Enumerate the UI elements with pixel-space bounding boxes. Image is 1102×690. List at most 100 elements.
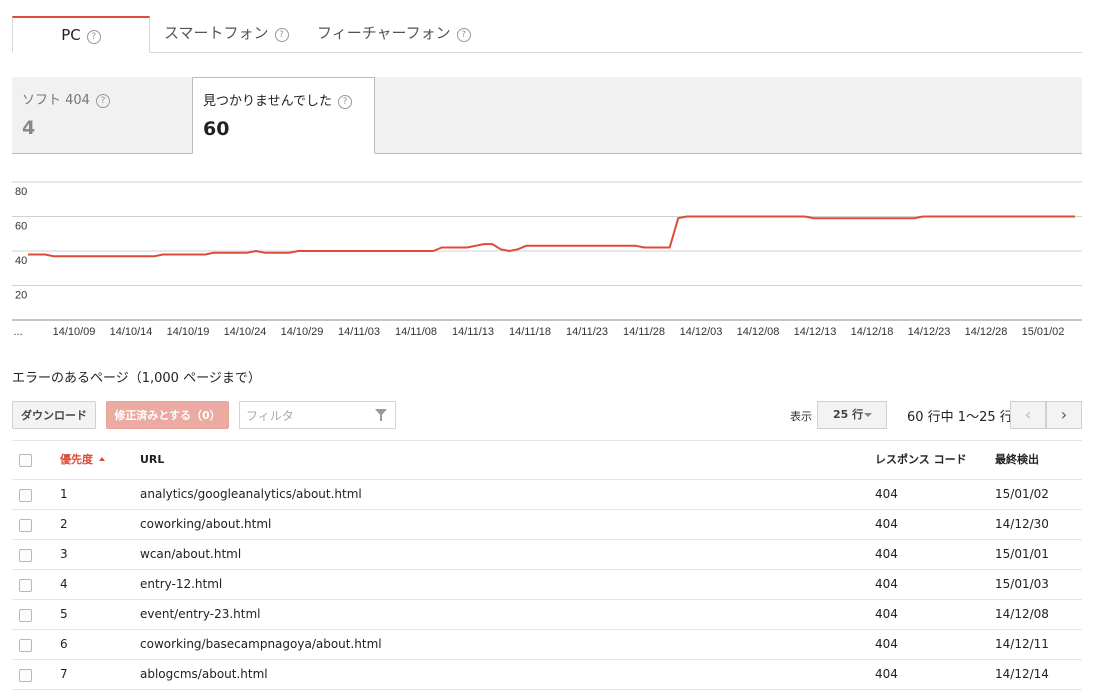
row-priority: 1	[60, 487, 68, 501]
row-url[interactable]: event/entry-23.html	[140, 600, 261, 629]
error-type-count: 60	[203, 118, 230, 140]
x-tick-label: 14/10/19	[167, 326, 210, 338]
error-type-panel: ソフト 404? 4 見つかりませんでした? 60	[12, 77, 1082, 154]
help-icon[interactable]: ?	[337, 95, 352, 109]
tab-featurephone[interactable]: フィーチャーフォン?	[317, 16, 497, 52]
help-icon[interactable]: ?	[95, 94, 110, 108]
error-trend-chart: 80 60 40 20... 14/10/09 14/10/14 14/10/19 14/10…	[12, 181, 1082, 338]
y-tick-label: 60	[15, 221, 27, 233]
tab-featurephone-label: フィーチャーフォン	[317, 24, 451, 42]
row-checkbox[interactable]	[19, 639, 32, 652]
row-url[interactable]: coworking/basecampnagoya/about.html	[140, 630, 382, 659]
y-tick-label: 20	[15, 290, 27, 302]
tab-pc-label: PC	[61, 26, 81, 44]
row-response-code: 404	[875, 667, 898, 681]
table-row[interactable]: 2 coworking/about.html 404 14/12/30	[12, 510, 1082, 540]
table-row[interactable]: 1 analytics/googleanalytics/about.html 404…	[12, 480, 1082, 510]
row-checkbox[interactable]	[19, 579, 32, 592]
x-tick-label: 14/11/23	[566, 326, 608, 338]
chevron-down-icon	[864, 413, 872, 417]
header-priority[interactable]: 優先度	[60, 441, 105, 479]
error-type-label: ソフト 404	[22, 93, 90, 108]
tab-smartphone[interactable]: スマートフォン?	[164, 16, 304, 52]
rows-per-page-value: 25 行	[833, 408, 864, 421]
rows-per-page-select[interactable]: 25 行	[817, 401, 887, 429]
row-url[interactable]: ablogcms/about.html	[140, 660, 268, 689]
tab-smartphone-label: スマートフォン	[164, 24, 269, 42]
row-checkbox[interactable]	[19, 609, 32, 622]
row-priority: 7	[60, 667, 68, 681]
row-last-detected: 14/12/08	[995, 607, 1049, 621]
select-all-checkbox[interactable]	[19, 454, 32, 467]
x-tick-label: 14/11/28	[623, 326, 665, 338]
row-priority: 4	[60, 577, 68, 591]
x-tick-label: 14/12/08	[737, 326, 780, 338]
row-checkbox[interactable]	[19, 489, 32, 502]
row-response-code: 404	[875, 577, 898, 591]
row-last-detected: 15/01/01	[995, 547, 1049, 561]
table-row[interactable]: 3 wcan/about.html 404 15/01/01	[12, 540, 1082, 570]
error-type-label: 見つかりませんでした	[203, 94, 332, 109]
row-last-detected: 14/12/11	[995, 637, 1049, 651]
error-type-not-found[interactable]: 見つかりませんでした? 60	[192, 77, 375, 154]
next-page-button[interactable]: ›	[1046, 401, 1082, 429]
row-response-code: 404	[875, 547, 898, 561]
table-row[interactable]: 4 entry-12.html 404 15/01/03	[12, 570, 1082, 600]
download-button[interactable]: ダウンロード	[12, 401, 96, 429]
x-tick-label: 14/10/29	[281, 326, 324, 338]
row-response-code: 404	[875, 637, 898, 651]
y-tick-label: 80	[15, 186, 27, 198]
show-label: 表示	[790, 410, 812, 423]
row-priority: 2	[60, 517, 68, 531]
x-tick-label: 14/11/08	[395, 326, 437, 338]
header-url[interactable]: URL	[140, 441, 164, 479]
pagination-range: 60 行中 1〜25 行	[907, 410, 1013, 425]
row-last-detected: 15/01/03	[995, 577, 1049, 591]
header-response-code[interactable]: レスポンス コード	[875, 441, 967, 479]
y-tick-label: 40	[15, 255, 27, 267]
row-checkbox[interactable]	[19, 669, 32, 682]
header-priority-label: 優先度	[60, 453, 93, 466]
device-tabs: PC? スマートフォン? フィーチャーフォン?	[12, 16, 1082, 53]
row-response-code: 404	[875, 517, 898, 531]
table-row[interactable]: 6 coworking/basecampnagoya/about.html 404 1…	[12, 630, 1082, 660]
row-url[interactable]: coworking/about.html	[140, 510, 271, 539]
help-icon[interactable]: ?	[456, 28, 471, 42]
error-type-soft404[interactable]: ソフト 404? 4	[12, 77, 192, 153]
table-row[interactable]: 5 event/entry-23.html 404 14/12/08	[12, 600, 1082, 630]
row-checkbox[interactable]	[19, 519, 32, 532]
row-url[interactable]: wcan/about.html	[140, 540, 241, 569]
mark-fixed-button[interactable]: 修正済みとする（0）	[106, 401, 229, 429]
x-tick-label: 15/01/02	[1022, 326, 1065, 338]
header-last-detected[interactable]: 最終検出	[995, 441, 1039, 479]
table-row[interactable]: 7 ablogcms/about.html 404 14/12/14	[12, 660, 1082, 690]
filter-icon[interactable]	[375, 409, 387, 421]
x-tick-label: ...	[13, 326, 22, 338]
row-url[interactable]: entry-12.html	[140, 570, 222, 599]
prev-page-button[interactable]: ‹	[1010, 401, 1046, 429]
row-priority: 6	[60, 637, 68, 651]
filter-input[interactable]	[244, 403, 368, 429]
x-tick-label: 14/12/18	[851, 326, 894, 338]
row-response-code: 404	[875, 607, 898, 621]
table-header-row: 優先度 URL レスポンス コード 最終検出	[12, 440, 1082, 480]
sort-asc-icon	[99, 457, 105, 461]
row-last-detected: 15/01/02	[995, 487, 1049, 501]
x-tick-label: 14/10/14	[110, 326, 153, 338]
row-last-detected: 14/12/30	[995, 517, 1049, 531]
x-tick-label: 14/10/24	[224, 326, 267, 338]
row-checkbox[interactable]	[19, 549, 32, 562]
row-priority: 5	[60, 607, 68, 621]
row-last-detected: 14/12/14	[995, 667, 1049, 681]
filter-field	[239, 401, 396, 429]
series-line	[28, 215, 1075, 258]
tab-pc[interactable]: PC?	[12, 16, 150, 53]
row-priority: 3	[60, 547, 68, 561]
x-tick-label: 14/11/03	[338, 326, 380, 338]
x-tick-label: 14/12/28	[965, 326, 1008, 338]
row-url[interactable]: analytics/googleanalytics/about.html	[140, 480, 362, 509]
row-response-code: 404	[875, 487, 898, 501]
help-icon[interactable]: ?	[86, 30, 101, 44]
x-tick-label: 14/12/03	[680, 326, 723, 338]
help-icon[interactable]: ?	[274, 28, 289, 42]
